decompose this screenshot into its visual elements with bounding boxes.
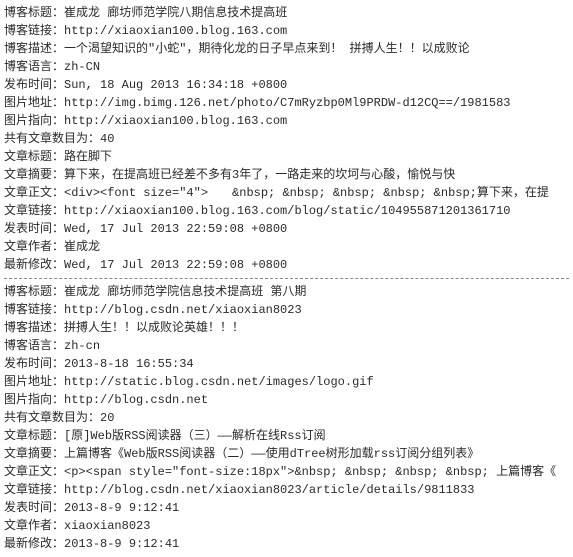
field-value: http://blog.csdn.net/xiaoxian8023: [64, 303, 302, 317]
field-line: 图片地址：http://static.blog.csdn.net/images/…: [4, 373, 569, 391]
field-label: 博客链接：: [4, 24, 64, 38]
field-label: 博客标题：: [4, 285, 64, 299]
field-value: 崔成龙 廊坊师范学院信息技术提高班 第八期: [64, 285, 306, 299]
field-line: 共有文章数目为：40: [4, 130, 569, 148]
field-line: 发表时间：2013-8-9 9:12:41: [4, 499, 569, 517]
field-line: 文章链接：http://blog.csdn.net/xiaoxian8023/a…: [4, 481, 569, 499]
field-line: 博客标题：崔成龙 廊坊师范学院信息技术提高班 第八期: [4, 283, 569, 301]
field-label: 发布时间：: [4, 78, 64, 92]
field-label: 最新修改：: [4, 537, 64, 551]
field-line: 共有文章数目为：20: [4, 409, 569, 427]
field-value: <div><font size="4"> &nbsp; &nbsp; &nbsp…: [64, 186, 549, 200]
field-value: 上篇博客《Web版RSS阅读器（二）——使用dTree树形加载rss订阅分组列表…: [64, 447, 479, 461]
field-label: 博客语言：: [4, 339, 64, 353]
field-label: 文章摘要：: [4, 447, 64, 461]
field-value: http://blog.csdn.net/xiaoxian8023/articl…: [64, 483, 474, 497]
field-label: 图片指向：: [4, 393, 64, 407]
field-label: 图片地址：: [4, 96, 64, 110]
field-value: 崔成龙 廊坊师范学院八期信息技术提高班: [64, 6, 287, 20]
field-label: 共有文章数目为：: [4, 132, 100, 146]
field-value: zh-cn: [64, 339, 100, 353]
field-value: Sun, 18 Aug 2013 16:34:18 +0800: [64, 78, 287, 92]
field-value: 算下来，在提高班已经差不多有3年了，一路走来的坎坷与心酸，愉悦与快: [64, 168, 455, 182]
field-value: 一个渴望知识的"小蛇"，期待化龙的日子早点来到！ 拼搏人生！！以成败论: [64, 42, 470, 56]
field-value: Wed, 17 Jul 2013 22:59:08 +0800: [64, 222, 287, 236]
field-label: 发表时间：: [4, 222, 64, 236]
field-label: 文章标题：: [4, 150, 64, 164]
field-value: [原]Web版RSS阅读器（三）——解析在线Rss订阅: [64, 429, 326, 443]
field-line: 博客链接：http://xiaoxian100.blog.163.com: [4, 22, 569, 40]
field-line: 文章摘要：算下来，在提高班已经差不多有3年了，一路走来的坎坷与心酸，愉悦与快: [4, 166, 569, 184]
field-line: 发表时间：Wed, 17 Jul 2013 22:59:08 +0800: [4, 220, 569, 238]
field-line: 文章链接：http://xiaoxian100.blog.163.com/blo…: [4, 202, 569, 220]
field-line: 文章标题：[原]Web版RSS阅读器（三）——解析在线Rss订阅: [4, 427, 569, 445]
field-line: 文章正文：<div><font size="4"> &nbsp; &nbsp; …: [4, 184, 569, 202]
field-value: http://blog.csdn.net: [64, 393, 208, 407]
field-line: 最新修改：2013-8-9 9:12:41: [4, 535, 569, 553]
field-line: 图片指向：http://blog.csdn.net: [4, 391, 569, 409]
field-label: 博客描述：: [4, 321, 64, 335]
field-label: 图片指向：: [4, 114, 64, 128]
field-value: 崔成龙: [64, 240, 100, 254]
field-line: 发布时间：Sun, 18 Aug 2013 16:34:18 +0800: [4, 76, 569, 94]
field-label: 文章摘要：: [4, 168, 64, 182]
field-value: http://xiaoxian100.blog.163.com: [64, 24, 287, 38]
field-value: 20: [100, 411, 114, 425]
field-label: 文章作者：: [4, 519, 64, 533]
field-value: zh-CN: [64, 60, 100, 74]
field-label: 文章正文：: [4, 465, 64, 479]
field-value: http://static.blog.csdn.net/images/logo.…: [64, 375, 374, 389]
block-separator: [4, 278, 569, 279]
field-label: 博客链接：: [4, 303, 64, 317]
field-value: http://img.bimg.126.net/photo/C7mRyzbp0M…: [64, 96, 510, 110]
field-label: 文章链接：: [4, 204, 64, 218]
field-label: 最新修改：: [4, 258, 64, 272]
field-line: 文章标题：路在脚下: [4, 148, 569, 166]
field-label: 文章作者：: [4, 240, 64, 254]
field-line: 博客语言：zh-cn: [4, 337, 569, 355]
field-line: 博客描述：一个渴望知识的"小蛇"，期待化龙的日子早点来到！ 拼搏人生！！以成败论: [4, 40, 569, 58]
field-value: <p><span style="font-size:18px">&nbsp; &…: [64, 465, 556, 479]
field-line: 博客链接：http://blog.csdn.net/xiaoxian8023: [4, 301, 569, 319]
field-value: 2013-8-9 9:12:41: [64, 537, 179, 551]
field-label: 共有文章数目为：: [4, 411, 100, 425]
field-value: http://xiaoxian100.blog.163.com: [64, 114, 287, 128]
field-value: xiaoxian8023: [64, 519, 150, 533]
field-label: 博客语言：: [4, 60, 64, 74]
field-label: 博客描述：: [4, 42, 64, 56]
field-value: 拼搏人生！！以成败论英雄！！！: [64, 321, 244, 335]
field-line: 博客语言：zh-CN: [4, 58, 569, 76]
field-line: 图片地址：http://img.bimg.126.net/photo/C7mRy…: [4, 94, 569, 112]
field-line: 发布时间：2013-8-18 16:55:34: [4, 355, 569, 373]
field-value: Wed, 17 Jul 2013 22:59:08 +0800: [64, 258, 287, 272]
field-value: http://xiaoxian100.blog.163.com/blog/sta…: [64, 204, 510, 218]
field-line: 图片指向：http://xiaoxian100.blog.163.com: [4, 112, 569, 130]
field-line: 最新修改：Wed, 17 Jul 2013 22:59:08 +0800: [4, 256, 569, 274]
field-line: 文章摘要：上篇博客《Web版RSS阅读器（二）——使用dTree树形加载rss订…: [4, 445, 569, 463]
field-line: 文章作者：xiaoxian8023: [4, 517, 569, 535]
field-label: 发表时间：: [4, 501, 64, 515]
field-value: 40: [100, 132, 114, 146]
field-line: 博客标题：崔成龙 廊坊师范学院八期信息技术提高班: [4, 4, 569, 22]
field-label: 文章链接：: [4, 483, 64, 497]
field-label: 文章正文：: [4, 186, 64, 200]
field-label: 图片地址：: [4, 375, 64, 389]
field-value: 2013-8-9 9:12:41: [64, 501, 179, 515]
field-line: 文章正文：<p><span style="font-size:18px">&nb…: [4, 463, 569, 481]
field-label: 文章标题：: [4, 429, 64, 443]
field-value: 2013-8-18 16:55:34: [64, 357, 194, 371]
field-line: 博客描述：拼搏人生！！以成败论英雄！！！: [4, 319, 569, 337]
field-label: 发布时间：: [4, 357, 64, 371]
field-label: 博客标题：: [4, 6, 64, 20]
field-line: 文章作者：崔成龙: [4, 238, 569, 256]
field-value: 路在脚下: [64, 150, 112, 164]
